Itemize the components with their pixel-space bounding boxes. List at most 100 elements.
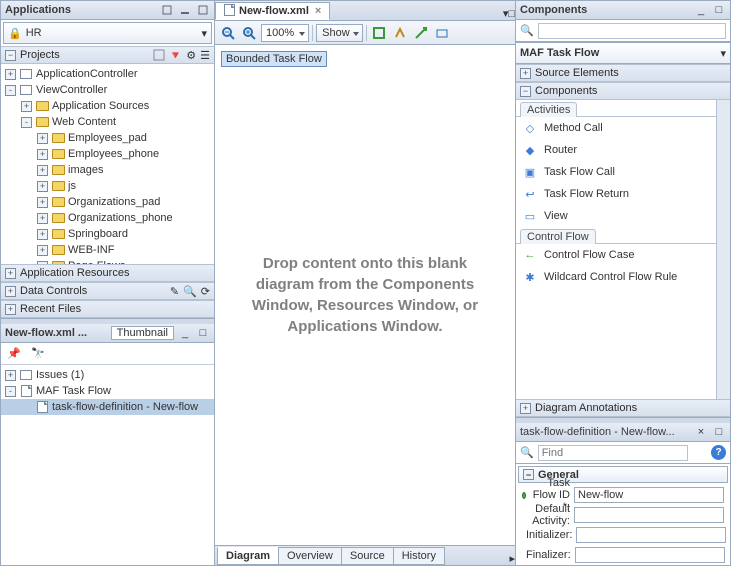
close-tab-icon[interactable]: × bbox=[315, 5, 321, 17]
expand-icon[interactable]: + bbox=[37, 181, 48, 192]
collapse-icon[interactable]: − bbox=[520, 86, 531, 97]
tree-row[interactable]: -Web Content bbox=[1, 114, 214, 130]
component-item[interactable]: ◆Router bbox=[516, 139, 716, 161]
components-search: 🔍 bbox=[516, 20, 730, 42]
tree-row[interactable]: +Employees_phone bbox=[1, 146, 214, 162]
link-tool-icon[interactable] bbox=[412, 24, 430, 42]
view-tab-source[interactable]: Source bbox=[341, 547, 394, 565]
minimize-icon[interactable]: _ bbox=[694, 3, 708, 17]
property-input[interactable] bbox=[575, 547, 725, 563]
help-icon[interactable]: ? bbox=[711, 445, 726, 460]
component-item[interactable]: ↩Task Flow Return bbox=[516, 183, 716, 205]
restore-icon[interactable]: □ bbox=[196, 326, 210, 340]
find-icon[interactable]: 🔭 bbox=[29, 345, 47, 363]
application-selector[interactable]: 🔒 HR ▾ bbox=[3, 22, 212, 44]
tree-row[interactable]: +Issues (1) bbox=[1, 367, 214, 383]
expand-icon[interactable]: + bbox=[5, 286, 16, 297]
panel-menu-icon[interactable] bbox=[160, 3, 174, 17]
show-menu-button[interactable]: Show bbox=[316, 24, 363, 42]
tree-row[interactable]: +ApplicationController bbox=[1, 66, 214, 82]
expand-icon[interactable]: + bbox=[37, 245, 48, 256]
expand-icon[interactable]: + bbox=[520, 68, 531, 79]
thumbnail-tab[interactable]: Thumbnail bbox=[111, 326, 174, 340]
collapse-icon[interactable]: − bbox=[5, 50, 16, 61]
view-tab-diagram[interactable]: Diagram bbox=[217, 547, 279, 565]
tree-row[interactable]: +Organizations_phone bbox=[1, 210, 214, 226]
property-input[interactable] bbox=[574, 487, 724, 503]
component-item[interactable]: ▣Task Flow Call bbox=[516, 161, 716, 183]
flow-tool-icon[interactable] bbox=[391, 24, 409, 42]
view-tab-overview[interactable]: Overview bbox=[278, 547, 342, 565]
zoom-out-icon[interactable] bbox=[219, 24, 237, 42]
app-resources-header[interactable]: +Application Resources bbox=[1, 264, 214, 282]
components-search-input[interactable] bbox=[538, 23, 726, 39]
expand-icon[interactable]: + bbox=[5, 69, 16, 80]
zoom-level-combo[interactable]: 100% bbox=[261, 24, 309, 42]
tree-label: task-flow-definition - New-flow bbox=[52, 401, 198, 413]
region-tool-icon[interactable] bbox=[370, 24, 388, 42]
component-item[interactable]: ←Control Flow Case bbox=[516, 244, 716, 266]
source-elements-header[interactable]: +Source Elements bbox=[516, 64, 730, 82]
expand-icon[interactable]: + bbox=[37, 165, 48, 176]
editor-tab[interactable]: New-flow.xml × bbox=[215, 2, 330, 20]
tree-row[interactable]: +Organizations_pad bbox=[1, 194, 214, 210]
tree-row[interactable]: +Springboard bbox=[1, 226, 214, 242]
projects-toolbar-4[interactable]: ☰ bbox=[200, 49, 210, 62]
maximize-icon[interactable]: □ bbox=[508, 8, 515, 20]
tree-row[interactable]: -ViewController bbox=[1, 82, 214, 98]
close-icon[interactable]: × bbox=[694, 425, 708, 439]
property-input[interactable] bbox=[576, 527, 726, 543]
expand-icon[interactable]: + bbox=[37, 149, 48, 160]
collapse-icon[interactable]: - bbox=[5, 386, 16, 397]
components-section-header[interactable]: −Components bbox=[516, 82, 730, 100]
component-item[interactable]: ◇Method Call bbox=[516, 117, 716, 139]
minimize-icon[interactable]: _ bbox=[178, 326, 192, 340]
tree-row[interactable]: +Employees_pad bbox=[1, 130, 214, 146]
projects-section-header[interactable]: − Projects 🔻 ⚙ ☰ bbox=[1, 46, 214, 64]
projects-toolbar-3[interactable]: ⚙ bbox=[186, 49, 196, 62]
collapse-icon[interactable]: - bbox=[21, 117, 32, 128]
components-scrollbar[interactable] bbox=[716, 100, 730, 399]
properties-find-input[interactable] bbox=[538, 445, 688, 461]
zoom-in-icon[interactable] bbox=[240, 24, 258, 42]
expand-icon[interactable]: + bbox=[5, 370, 16, 381]
tree-row[interactable]: task-flow-definition - New-flow bbox=[1, 399, 214, 415]
projects-toolbar-2[interactable]: 🔻 bbox=[169, 49, 183, 62]
expand-icon[interactable]: + bbox=[37, 197, 48, 208]
tree-row[interactable]: -MAF Task Flow bbox=[1, 383, 214, 399]
property-input[interactable] bbox=[574, 507, 724, 523]
expand-icon[interactable]: + bbox=[21, 101, 32, 112]
restore-icon[interactable]: □ bbox=[712, 425, 726, 439]
expand-icon[interactable]: + bbox=[37, 133, 48, 144]
view-tab-history[interactable]: History bbox=[393, 547, 445, 565]
expand-icon[interactable]: + bbox=[5, 268, 16, 279]
restore-icon[interactable] bbox=[196, 3, 210, 17]
restore-icon[interactable]: □ bbox=[712, 3, 726, 17]
refresh-icon[interactable]: ⟳ bbox=[201, 285, 210, 298]
expand-icon[interactable]: + bbox=[37, 213, 48, 224]
tree-row[interactable]: +js bbox=[1, 178, 214, 194]
tree-row[interactable]: +images bbox=[1, 162, 214, 178]
minimize-icon[interactable] bbox=[178, 3, 192, 17]
collapse-icon[interactable]: - bbox=[5, 85, 16, 96]
component-category-selector[interactable]: MAF Task Flow ▾ bbox=[516, 42, 730, 64]
projects-tree[interactable]: +ApplicationController-ViewController+Ap… bbox=[1, 64, 214, 264]
component-item[interactable]: ▭View bbox=[516, 205, 716, 227]
diagram-annotations-header[interactable]: +Diagram Annotations bbox=[516, 399, 730, 417]
tree-row[interactable]: +WEB-INF bbox=[1, 242, 214, 258]
dc-tool-1[interactable]: ✎ bbox=[170, 285, 179, 298]
structure-tree[interactable]: +Issues (1)-MAF Task Flow task-flow-defi… bbox=[1, 365, 214, 565]
component-item[interactable]: ✱Wildcard Control Flow Rule bbox=[516, 266, 716, 288]
freeze-icon[interactable]: 📌 bbox=[5, 345, 23, 363]
properties-panel-header: task-flow-definition - New-flow... × □ bbox=[516, 423, 730, 442]
expand-icon[interactable]: + bbox=[5, 304, 16, 315]
expand-icon[interactable]: + bbox=[520, 403, 531, 414]
tree-row[interactable]: +Application Sources bbox=[1, 98, 214, 114]
more-tool-icon[interactable] bbox=[433, 24, 451, 42]
dc-tool-2[interactable]: 🔍 bbox=[183, 285, 197, 298]
data-controls-header[interactable]: +Data Controls ✎🔍⟳ bbox=[1, 282, 214, 300]
expand-icon[interactable]: + bbox=[37, 229, 48, 240]
diagram-canvas[interactable]: Bounded Task Flow Drop content onto this… bbox=[215, 45, 515, 545]
projects-toolbar-1[interactable] bbox=[153, 49, 165, 61]
recent-files-header[interactable]: +Recent Files bbox=[1, 300, 214, 318]
